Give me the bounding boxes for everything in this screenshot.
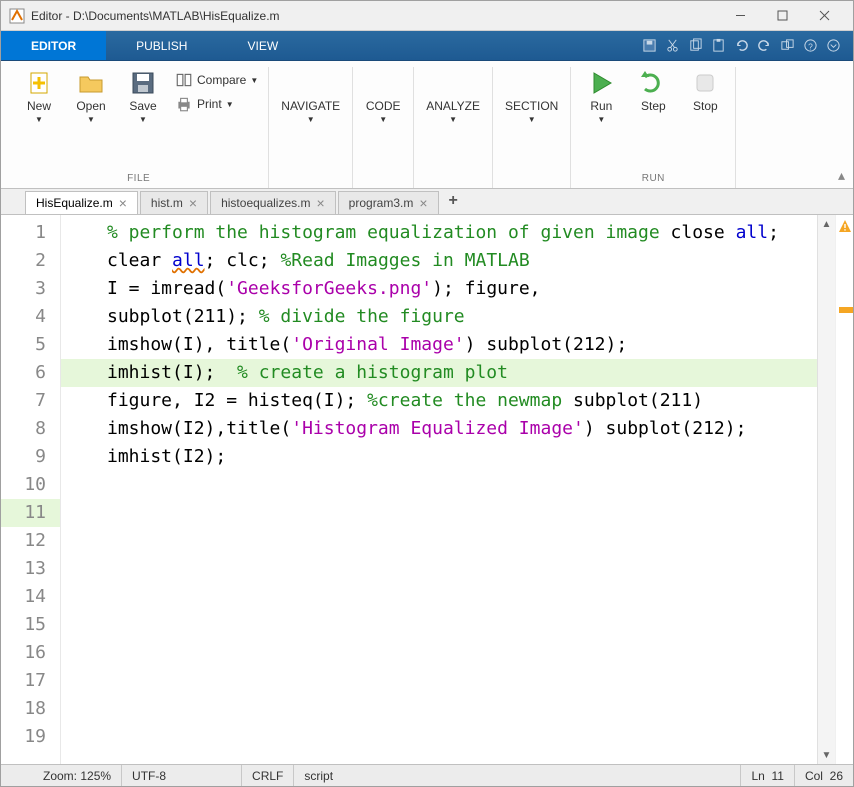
tab-publish[interactable]: PUBLISH — [106, 31, 217, 60]
scroll-down-icon[interactable]: ▼ — [818, 746, 835, 764]
save-disk-icon — [129, 69, 157, 97]
window-title: Editor - D:\Documents\MATLAB\HisEqualize… — [31, 9, 719, 23]
encoding-status[interactable]: UTF-8 — [122, 765, 242, 786]
chevron-down-icon: ▼ — [528, 115, 536, 124]
close-button[interactable] — [803, 1, 845, 31]
zoom-status[interactable]: Zoom: 125% — [33, 765, 122, 786]
editor-area: 1 2 3 4 5 6 7 8 9 10 11 12 13 14 15 16 1… — [1, 215, 853, 764]
play-icon — [587, 69, 615, 97]
navigate-group: NAVIGATE ▼ — [269, 67, 353, 188]
chevron-down-icon: ▼ — [307, 115, 315, 124]
stop-icon — [691, 69, 719, 97]
navigate-button[interactable]: NAVIGATE ▼ — [275, 67, 346, 126]
line-gutter: 1 2 3 4 5 6 7 8 9 10 11 12 13 14 15 16 1… — [1, 215, 61, 764]
tab-label: program3.m — [349, 196, 414, 210]
minimize-button[interactable] — [719, 1, 761, 31]
chevron-down-icon: ▼ — [379, 115, 387, 124]
run-button[interactable]: Run ▼ — [577, 67, 625, 126]
chevron-down-icon: ▼ — [250, 76, 258, 85]
file-group: New ▼ Open ▼ Save ▼ Compare ▼ — [9, 67, 269, 188]
eol-status[interactable]: CRLF — [242, 765, 294, 786]
tab-editor[interactable]: EDITOR — [1, 31, 106, 60]
code-button[interactable]: CODE ▼ — [359, 67, 407, 126]
warning-icon[interactable] — [838, 219, 852, 236]
scroll-up-icon[interactable]: ▲ — [818, 215, 835, 233]
file-tab[interactable]: HisEqualize.m × — [25, 191, 138, 214]
tab-label: HisEqualize.m — [36, 196, 113, 210]
compare-button[interactable]: Compare ▼ — [171, 69, 262, 91]
main-tabs: EDITOR PUBLISH VIEW — [1, 31, 308, 60]
chevron-down-icon: ▼ — [35, 115, 43, 124]
tab-label: histoequalizes.m — [221, 196, 310, 210]
vertical-scrollbar[interactable]: ▲ ▼ — [817, 215, 835, 764]
code-editor[interactable]: % perform the histogram equalization of … — [61, 215, 817, 764]
window-controls — [719, 1, 845, 31]
print-button[interactable]: Print ▼ — [171, 93, 262, 115]
titlebar: Editor - D:\Documents\MATLAB\HisEqualize… — [1, 1, 853, 31]
close-icon[interactable]: × — [419, 196, 427, 210]
tab-label: hist.m — [151, 196, 183, 210]
status-bar: Zoom: 125% UTF-8 CRLF script Ln 11 Col 2… — [1, 764, 853, 786]
chevron-down-icon: ▼ — [597, 115, 605, 124]
add-tab-button[interactable]: + — [441, 188, 466, 214]
chevron-down-icon: ▼ — [87, 115, 95, 124]
undo-icon[interactable] — [731, 36, 751, 56]
document-tabs: HisEqualize.m × hist.m × histoequalizes.… — [1, 189, 853, 215]
toolstrip: New ▼ Open ▼ Save ▼ Compare ▼ — [1, 61, 853, 189]
new-button[interactable]: New ▼ — [15, 67, 63, 126]
folder-open-icon — [77, 69, 105, 97]
paste-icon[interactable] — [708, 36, 728, 56]
help-icon[interactable]: ? — [800, 36, 820, 56]
line-status: Ln 11 — [741, 765, 795, 786]
svg-text:?: ? — [808, 41, 813, 51]
section-group: SECTION ▼ — [493, 67, 571, 188]
maximize-button[interactable] — [761, 1, 803, 31]
new-file-icon — [25, 69, 53, 97]
analyze-button[interactable]: ANALYZE ▼ — [420, 67, 486, 126]
message-bar[interactable] — [835, 215, 853, 764]
save-icon[interactable] — [639, 36, 659, 56]
close-icon[interactable]: × — [189, 196, 197, 210]
copy-icon[interactable] — [685, 36, 705, 56]
analyze-group: ANALYZE ▼ — [414, 67, 493, 188]
chevron-down-icon: ▼ — [139, 115, 147, 124]
file-type-status: script — [294, 765, 741, 786]
stop-button[interactable]: Stop — [681, 67, 729, 115]
open-button[interactable]: Open ▼ — [67, 67, 115, 126]
file-tab[interactable]: hist.m × — [140, 191, 208, 214]
print-icon — [175, 95, 193, 113]
step-button[interactable]: Step — [629, 67, 677, 115]
save-button[interactable]: Save ▼ — [119, 67, 167, 126]
collapse-toolstrip-icon[interactable]: ▴ — [838, 167, 845, 184]
chevron-down-icon: ▼ — [449, 115, 457, 124]
editor-app-icon — [9, 8, 25, 24]
dropdown-icon[interactable] — [823, 36, 843, 56]
close-icon[interactable]: × — [119, 196, 127, 210]
redo-icon[interactable] — [754, 36, 774, 56]
file-tab[interactable]: program3.m × — [338, 191, 439, 214]
quick-access-bar: EDITOR PUBLISH VIEW ? — [1, 31, 853, 61]
cut-icon[interactable] — [662, 36, 682, 56]
close-icon[interactable]: × — [316, 196, 324, 210]
run-group: Run ▼ Step Stop RUN — [571, 67, 736, 188]
step-icon — [639, 69, 667, 97]
tab-view[interactable]: VIEW — [217, 31, 308, 60]
col-status: Col 26 — [795, 765, 853, 786]
compare-icon — [175, 71, 193, 89]
switch-windows-icon[interactable] — [777, 36, 797, 56]
section-button[interactable]: SECTION ▼ — [499, 67, 564, 126]
chevron-down-icon: ▼ — [226, 100, 234, 109]
file-tab[interactable]: histoequalizes.m × — [210, 191, 336, 214]
warning-marker[interactable] — [839, 307, 853, 313]
code-group: CODE ▼ — [353, 67, 414, 188]
